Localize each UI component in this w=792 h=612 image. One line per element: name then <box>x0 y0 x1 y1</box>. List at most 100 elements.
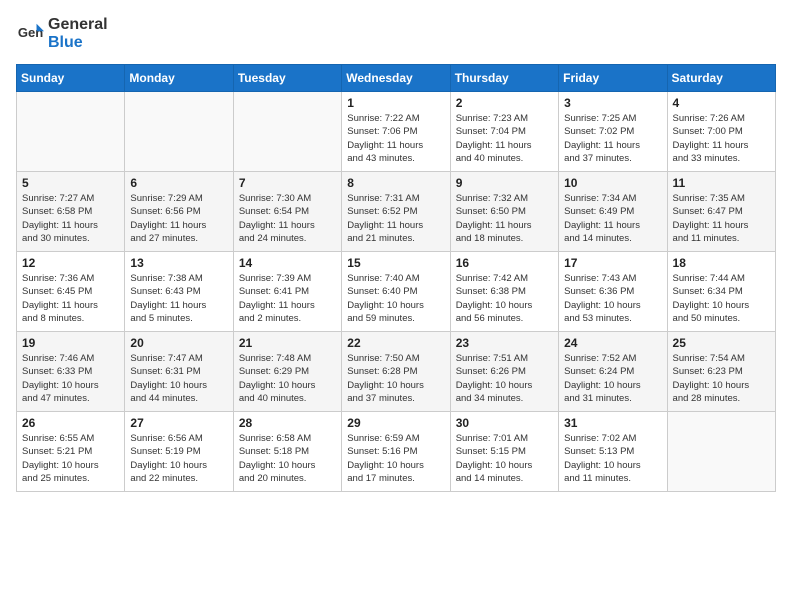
day-info: Sunrise: 7:32 AM Sunset: 6:50 PM Dayligh… <box>456 192 553 245</box>
day-number: 7 <box>239 176 336 190</box>
calendar-cell: 2 Sunrise: 7:23 AM Sunset: 7:04 PM Daylig… <box>450 92 558 172</box>
calendar-cell: 20 Sunrise: 7:47 AM Sunset: 6:31 PM Dayli… <box>125 332 233 412</box>
day-number: 12 <box>22 256 119 270</box>
day-number: 28 <box>239 416 336 430</box>
day-info: Sunrise: 7:48 AM Sunset: 6:29 PM Dayligh… <box>239 352 336 405</box>
day-info: Sunrise: 7:22 AM Sunset: 7:06 PM Dayligh… <box>347 112 444 165</box>
calendar-cell: 27 Sunrise: 6:56 AM Sunset: 5:19 PM Dayli… <box>125 412 233 492</box>
day-number: 31 <box>564 416 661 430</box>
day-number: 13 <box>130 256 227 270</box>
calendar-cell: 22Sunrise: 7:50 AM Sunset: 6:28 PM Dayli… <box>342 332 450 412</box>
calendar-cell: 14Sunrise: 7:39 AM Sunset: 6:41 PM Dayli… <box>233 252 341 332</box>
day-info: Sunrise: 6:58 AM Sunset: 5:18 PM Dayligh… <box>239 432 336 485</box>
calendar-cell: 10 Sunrise: 7:34 AM Sunset: 6:49 PM Dayli… <box>559 172 667 252</box>
day-number: 27 <box>130 416 227 430</box>
day-number: 10 <box>564 176 661 190</box>
calendar-cell: 3Sunrise: 7:25 AM Sunset: 7:02 PM Daylig… <box>559 92 667 172</box>
day-info: Sunrise: 7:47 AM Sunset: 6:31 PM Dayligh… <box>130 352 227 405</box>
calendar-cell <box>233 92 341 172</box>
day-info: Sunrise: 7:30 AM Sunset: 6:54 PM Dayligh… <box>239 192 336 245</box>
logo-line1: General <box>48 16 108 34</box>
logo-line2: Blue <box>48 34 108 52</box>
day-info: Sunrise: 7:23 AM Sunset: 7:04 PM Dayligh… <box>456 112 553 165</box>
day-info: Sunrise: 7:27 AM Sunset: 6:58 PM Dayligh… <box>22 192 119 245</box>
day-number: 16 <box>456 256 553 270</box>
day-number: 25 <box>673 336 770 350</box>
calendar-cell: 15 Sunrise: 7:40 AM Sunset: 6:40 PM Dayli… <box>342 252 450 332</box>
day-number: 11 <box>673 176 770 190</box>
calendar-cell: 29 Sunrise: 6:59 AM Sunset: 5:16 PM Dayli… <box>342 412 450 492</box>
day-info: Sunrise: 6:56 AM Sunset: 5:19 PM Dayligh… <box>130 432 227 485</box>
day-number: 1 <box>347 96 444 110</box>
week-row-5: 26Sunrise: 6:55 AM Sunset: 5:21 PM Dayli… <box>17 412 776 492</box>
day-info: Sunrise: 7:25 AM Sunset: 7:02 PM Dayligh… <box>564 112 661 165</box>
weekday-header-wednesday: Wednesday <box>342 65 450 92</box>
weekday-header-tuesday: Tuesday <box>233 65 341 92</box>
calendar-body: 1 Sunrise: 7:22 AM Sunset: 7:06 PM Daylig… <box>17 92 776 492</box>
day-number: 30 <box>456 416 553 430</box>
calendar-cell: 11 Sunrise: 7:35 AM Sunset: 6:47 PM Dayli… <box>667 172 775 252</box>
day-number: 8 <box>347 176 444 190</box>
day-info: Sunrise: 7:46 AM Sunset: 6:33 PM Dayligh… <box>22 352 119 405</box>
day-info: Sunrise: 7:51 AM Sunset: 6:26 PM Dayligh… <box>456 352 553 405</box>
calendar-cell <box>125 92 233 172</box>
day-info: Sunrise: 7:43 AM Sunset: 6:36 PM Dayligh… <box>564 272 661 325</box>
day-number: 9 <box>456 176 553 190</box>
week-row-4: 19 Sunrise: 7:46 AM Sunset: 6:33 PM Dayli… <box>17 332 776 412</box>
week-row-2: 5 Sunrise: 7:27 AM Sunset: 6:58 PM Daylig… <box>17 172 776 252</box>
day-number: 22 <box>347 336 444 350</box>
calendar-table: SundayMondayTuesdayWednesdayThursdayFrid… <box>16 64 776 492</box>
day-info: Sunrise: 7:40 AM Sunset: 6:40 PM Dayligh… <box>347 272 444 325</box>
day-number: 23 <box>456 336 553 350</box>
day-number: 15 <box>347 256 444 270</box>
day-info: Sunrise: 7:26 AM Sunset: 7:00 PM Dayligh… <box>673 112 770 165</box>
day-info: Sunrise: 7:52 AM Sunset: 6:24 PM Dayligh… <box>564 352 661 405</box>
calendar-cell: 12Sunrise: 7:36 AM Sunset: 6:45 PM Dayli… <box>17 252 125 332</box>
calendar-cell: 9 Sunrise: 7:32 AM Sunset: 6:50 PM Daylig… <box>450 172 558 252</box>
day-number: 19 <box>22 336 119 350</box>
day-number: 5 <box>22 176 119 190</box>
calendar-cell: 13 Sunrise: 7:38 AM Sunset: 6:43 PM Dayli… <box>125 252 233 332</box>
calendar-cell: 19 Sunrise: 7:46 AM Sunset: 6:33 PM Dayli… <box>17 332 125 412</box>
calendar-cell: 6Sunrise: 7:29 AM Sunset: 6:56 PM Daylig… <box>125 172 233 252</box>
weekday-header-thursday: Thursday <box>450 65 558 92</box>
calendar-cell: 28 Sunrise: 6:58 AM Sunset: 5:18 PM Dayli… <box>233 412 341 492</box>
calendar-cell: 25 Sunrise: 7:54 AM Sunset: 6:23 PM Dayli… <box>667 332 775 412</box>
weekday-header-sunday: Sunday <box>17 65 125 92</box>
calendar-cell: 4 Sunrise: 7:26 AM Sunset: 7:00 PM Daylig… <box>667 92 775 172</box>
day-info: Sunrise: 7:44 AM Sunset: 6:34 PM Dayligh… <box>673 272 770 325</box>
day-info: Sunrise: 7:31 AM Sunset: 6:52 PM Dayligh… <box>347 192 444 245</box>
day-info: Sunrise: 7:35 AM Sunset: 6:47 PM Dayligh… <box>673 192 770 245</box>
week-row-3: 12Sunrise: 7:36 AM Sunset: 6:45 PM Dayli… <box>17 252 776 332</box>
day-info: Sunrise: 7:34 AM Sunset: 6:49 PM Dayligh… <box>564 192 661 245</box>
day-info: Sunrise: 6:59 AM Sunset: 5:16 PM Dayligh… <box>347 432 444 485</box>
calendar-cell <box>17 92 125 172</box>
page-header: Gen General Blue <box>16 16 776 52</box>
day-number: 20 <box>130 336 227 350</box>
calendar-cell: 5 Sunrise: 7:27 AM Sunset: 6:58 PM Daylig… <box>17 172 125 252</box>
day-info: Sunrise: 7:29 AM Sunset: 6:56 PM Dayligh… <box>130 192 227 245</box>
calendar-cell: 17 Sunrise: 7:43 AM Sunset: 6:36 PM Dayli… <box>559 252 667 332</box>
weekday-header-monday: Monday <box>125 65 233 92</box>
weekday-header-friday: Friday <box>559 65 667 92</box>
day-number: 17 <box>564 256 661 270</box>
day-number: 29 <box>347 416 444 430</box>
calendar-cell <box>667 412 775 492</box>
logo-icon: Gen <box>16 20 44 48</box>
day-number: 4 <box>673 96 770 110</box>
day-number: 21 <box>239 336 336 350</box>
logo: Gen General Blue <box>16 16 108 52</box>
day-info: Sunrise: 7:38 AM Sunset: 6:43 PM Dayligh… <box>130 272 227 325</box>
day-info: Sunrise: 7:39 AM Sunset: 6:41 PM Dayligh… <box>239 272 336 325</box>
calendar-cell: 24Sunrise: 7:52 AM Sunset: 6:24 PM Dayli… <box>559 332 667 412</box>
weekday-header-saturday: Saturday <box>667 65 775 92</box>
day-number: 26 <box>22 416 119 430</box>
day-info: Sunrise: 7:54 AM Sunset: 6:23 PM Dayligh… <box>673 352 770 405</box>
calendar-header: SundayMondayTuesdayWednesdayThursdayFrid… <box>17 65 776 92</box>
calendar-cell: 16Sunrise: 7:42 AM Sunset: 6:38 PM Dayli… <box>450 252 558 332</box>
day-number: 2 <box>456 96 553 110</box>
day-info: Sunrise: 7:01 AM Sunset: 5:15 PM Dayligh… <box>456 432 553 485</box>
calendar-cell: 26Sunrise: 6:55 AM Sunset: 5:21 PM Dayli… <box>17 412 125 492</box>
calendar-cell: 8 Sunrise: 7:31 AM Sunset: 6:52 PM Daylig… <box>342 172 450 252</box>
day-info: Sunrise: 7:02 AM Sunset: 5:13 PM Dayligh… <box>564 432 661 485</box>
